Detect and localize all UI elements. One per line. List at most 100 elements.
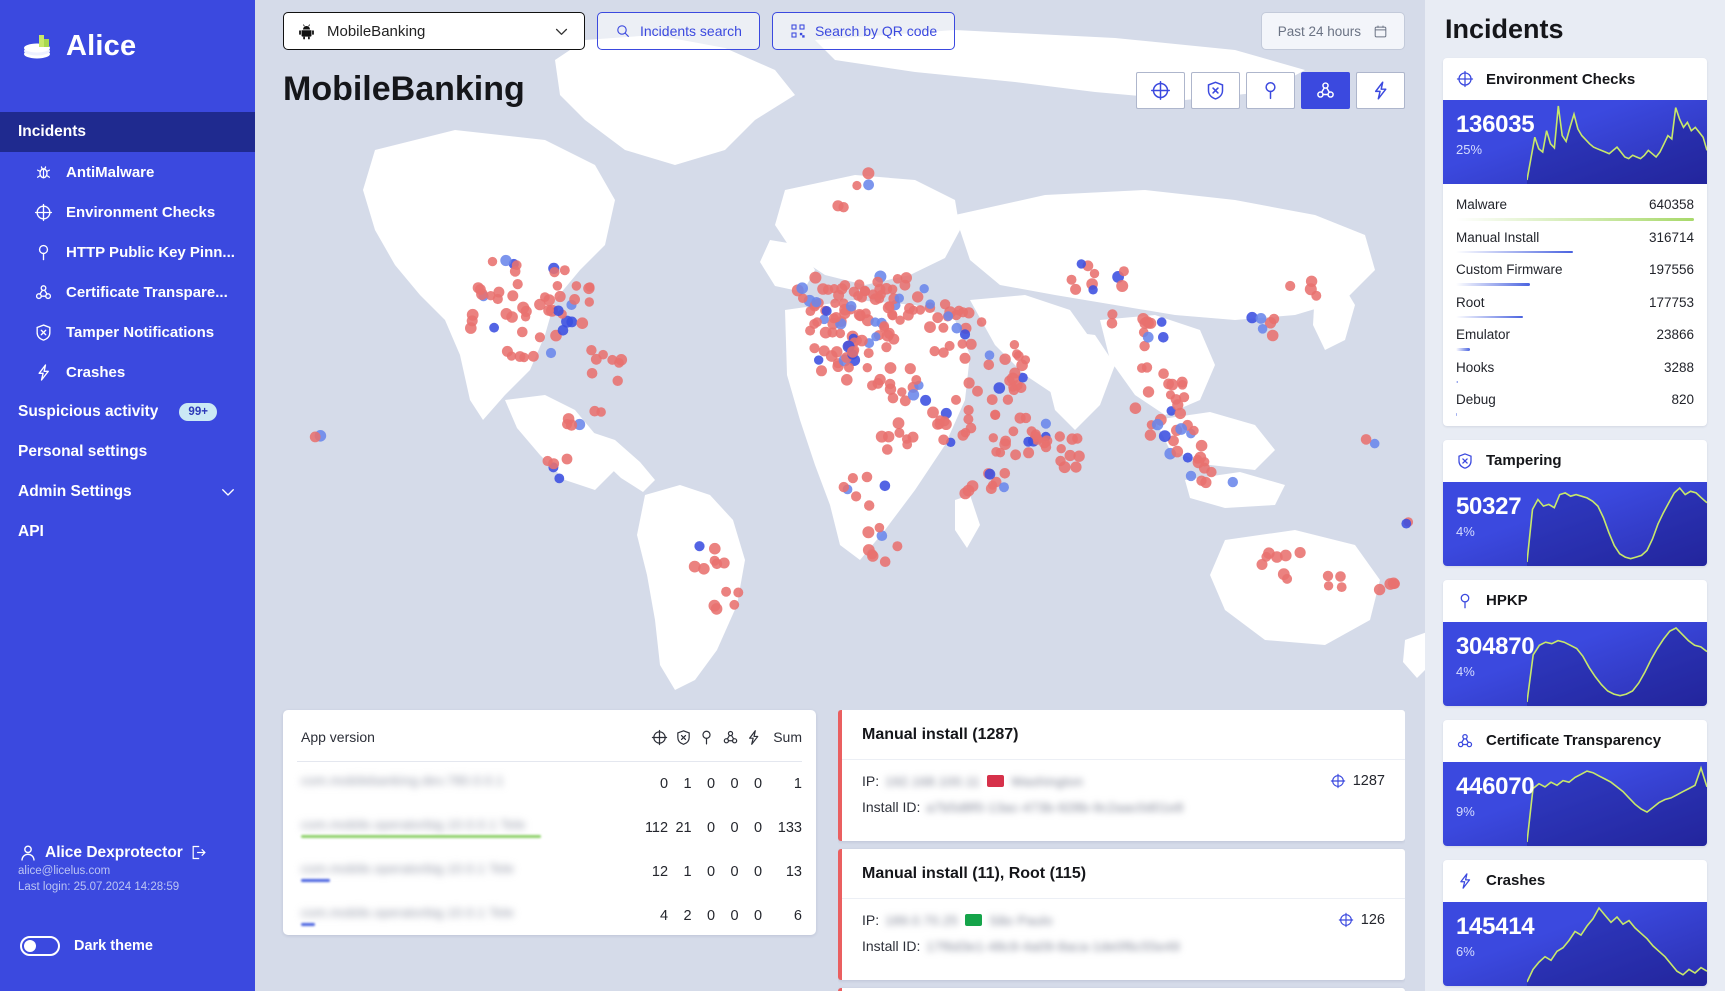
map-filter-tabs xyxy=(1136,72,1405,109)
stat-card-title: Crashes xyxy=(1486,872,1546,889)
country-flag-icon xyxy=(965,914,983,926)
sidebar-item-certificate-transpare[interactable]: Certificate Transpare... xyxy=(0,272,255,312)
logout-icon[interactable] xyxy=(190,844,207,861)
incident-ip-row: IP: 192.168.100.11 Washington xyxy=(862,773,1385,789)
table-cell: 0 xyxy=(730,775,739,792)
sidebar-item-incidents[interactable]: Incidents xyxy=(0,112,255,152)
incident-card[interactable]: Manual install (1287) IP: 192.168.100.11 Wa… xyxy=(838,710,1405,841)
crosshair-icon xyxy=(1456,70,1474,88)
column-header-app-version: App version xyxy=(297,710,635,762)
chevron-down-icon xyxy=(222,489,234,496)
crosshair-icon xyxy=(1338,912,1354,928)
brand: Alice xyxy=(0,0,255,70)
column-header-pin xyxy=(691,710,716,762)
incident-card-body: IP: 189.0.70.25 São Paulo Install ID: 17f6d3… xyxy=(842,899,1405,980)
sidebar-item-crashes[interactable]: Crashes xyxy=(0,352,255,392)
app-selector-value: MobileBanking xyxy=(327,22,426,40)
qr-search-label: Search by QR code xyxy=(814,23,938,39)
map-tab-lightning[interactable] xyxy=(1356,72,1405,109)
stat-card-hpkp[interactable]: HPKP 304870 4% xyxy=(1443,579,1707,706)
dark-theme-label: Dark theme xyxy=(74,938,153,954)
dark-theme-row: Dark theme xyxy=(20,936,153,956)
app-selector[interactable]: MobileBanking xyxy=(283,12,585,50)
crosshair-icon xyxy=(33,202,53,222)
sidebar-item-environment-checks[interactable]: Environment Checks xyxy=(0,192,255,232)
map-tab-crosshair[interactable] xyxy=(1136,72,1185,109)
table-row[interactable]: com.mobile.operatorbig.10.0.0.1 Tele 112 2… xyxy=(297,806,802,850)
incident-card[interactable]: Manual install (11), Root (115) IP: 189.0.… xyxy=(838,849,1405,980)
stat-delta: 6% xyxy=(1456,944,1475,959)
pin-icon xyxy=(702,730,711,745)
sidebar-item-tamper-notifications[interactable]: Tamper Notifications xyxy=(0,312,255,352)
dark-theme-toggle[interactable] xyxy=(20,936,60,956)
sparkline-chart: 136035 25% xyxy=(1443,100,1707,184)
app-version-cell: com.mobilebanking.dev.780.0.0.1 xyxy=(301,772,504,788)
sidebar-item-label: Suspicious activity xyxy=(18,403,159,420)
stat-card-title: Certificate Transparency xyxy=(1486,732,1662,749)
table-cell: 0 xyxy=(707,819,716,836)
table-cell: 0 xyxy=(730,819,739,836)
table-cell: 112 xyxy=(644,819,669,836)
calendar-icon xyxy=(1374,24,1387,37)
column-header-crosshair xyxy=(634,710,669,762)
table-row[interactable]: com.mobilebanking.dev.780.0.0.1 0 1 0 0 0 1 xyxy=(297,761,802,806)
breakdown-label: Hooks xyxy=(1456,359,1495,375)
crosshair-icon xyxy=(651,729,668,745)
time-range-selector[interactable]: Past 24 hours xyxy=(1260,12,1405,50)
map-tab-molecule[interactable] xyxy=(1301,72,1350,109)
map-tab-shield-x[interactable] xyxy=(1191,72,1240,109)
sidebar-item-antimalware[interactable]: AntiMalware xyxy=(0,152,255,192)
lightning-icon xyxy=(1460,872,1471,889)
stat-cards: Environment Checks 136035 25% Malware 640358… xyxy=(1443,58,1707,986)
breakdown-row: Malware 640358 xyxy=(1456,188,1694,221)
table-cell: 13 xyxy=(785,863,802,880)
breakdown-list: Malware 640358 Manual Install 316714 Custom … xyxy=(1443,184,1707,426)
ip-label: IP: xyxy=(862,773,880,789)
shield-x-icon xyxy=(33,322,53,342)
table-cell: 0 xyxy=(730,863,739,880)
table-cell: 4 xyxy=(659,907,669,924)
map-tab-pin[interactable] xyxy=(1246,72,1295,109)
ip-value: 192.168.100.11 xyxy=(885,773,981,789)
arrow-up-icon xyxy=(1443,482,1475,539)
app-version-cell: com.mobile.operatorbig.10.0.1 Tele xyxy=(297,850,635,894)
install-id-value: 17f6d3e1-48c9-4a09-8aca-1de0f6c55e49 xyxy=(926,938,1181,954)
sidebar-item-suspicious-activity[interactable]: Suspicious activity 99+ xyxy=(0,392,255,432)
incidents-search-button[interactable]: Incidents search xyxy=(597,12,760,50)
breakdown-label: Manual Install xyxy=(1456,229,1540,245)
sidebar-item-label: API xyxy=(18,523,44,540)
sidebar-item-label: AntiMalware xyxy=(66,163,155,181)
pin-icon xyxy=(38,244,48,260)
sidebar-item-http-public-key-pinn[interactable]: HTTP Public Key Pinn... xyxy=(0,232,255,272)
app-version-cell: com.mobile.operatorbig.10.0.0.1 Tele xyxy=(297,806,635,850)
stat-card-header: HPKP xyxy=(1443,580,1707,622)
stat-card-title: Environment Checks xyxy=(1486,70,1636,88)
breakdown-value: 23866 xyxy=(1656,327,1694,342)
shield-x-icon xyxy=(676,730,690,745)
qr-search-button[interactable]: Search by QR code xyxy=(771,12,956,50)
table-cell: 0 xyxy=(754,819,763,836)
stat-card-header: Tampering xyxy=(1443,440,1707,482)
pin-icon xyxy=(1460,593,1470,608)
molecule-icon xyxy=(33,282,53,302)
breakdown-bar xyxy=(1456,413,1458,416)
incident-count: 1287 xyxy=(1330,773,1385,789)
incident-card-title: Manual install (1287) xyxy=(842,710,1405,760)
stat-card-environment-checks[interactable]: Environment Checks 136035 25% Malware 640358… xyxy=(1443,58,1707,426)
sidebar-item-admin-settings[interactable]: Admin Settings xyxy=(0,472,255,512)
incidents-panel-title: Incidents xyxy=(1445,14,1564,44)
table-cell: 0 xyxy=(707,863,716,880)
sidebar: Alice Incidents AntiMalware Environment Ch… xyxy=(0,0,255,991)
sidebar-item-personal-settings[interactable]: Personal settings xyxy=(0,432,255,472)
table-row[interactable]: com.mobile.operatorbig.10.0.1 Tele 12 1 0 0 0… xyxy=(297,850,802,894)
bug-icon xyxy=(36,165,50,178)
crosshair-icon xyxy=(1330,773,1345,789)
table-row[interactable]: com.mobile.operatorbig.10.0.1 Tele 4 2 0 0 0 6 xyxy=(297,894,802,935)
sidebar-item-api[interactable]: API xyxy=(0,512,255,552)
stat-card-crashes[interactable]: Crashes 145414 6% xyxy=(1443,859,1707,986)
user-block: Alice Dexprotector alice@licelus.com Las… xyxy=(18,843,207,896)
search-icon xyxy=(617,25,630,38)
table-cell: 0 xyxy=(707,775,716,792)
stat-card-certificate-transparency[interactable]: Certificate Transparency 446070 9% xyxy=(1443,719,1707,846)
stat-card-tampering[interactable]: Tampering 50327 4% xyxy=(1443,439,1707,566)
